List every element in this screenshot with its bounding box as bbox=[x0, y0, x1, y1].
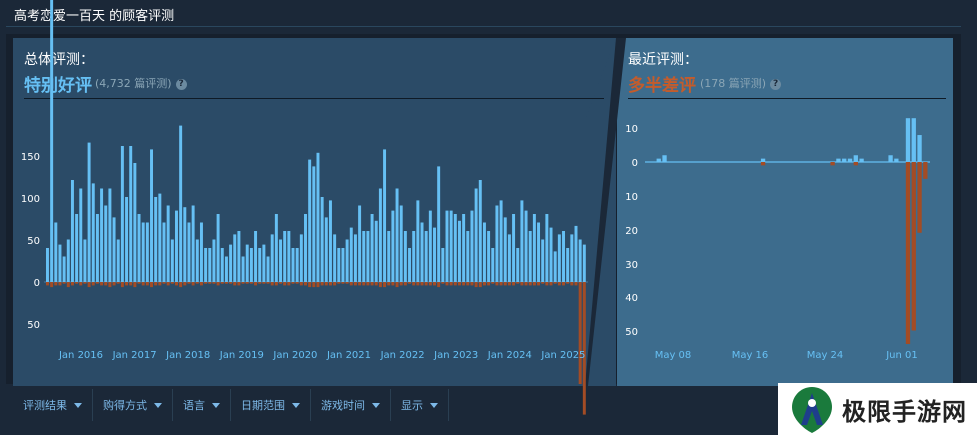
positive-bar bbox=[836, 158, 841, 162]
positive-bar bbox=[917, 135, 922, 162]
positive-bar bbox=[911, 118, 916, 162]
chevron-down-icon bbox=[430, 402, 438, 408]
positive-bar bbox=[859, 158, 864, 162]
y-tick-label: 10 bbox=[625, 124, 638, 135]
y-tick-label: 0 bbox=[632, 158, 638, 169]
x-tick-label: May 16 bbox=[732, 350, 769, 361]
chevron-down-icon bbox=[372, 402, 380, 408]
positive-bar bbox=[847, 158, 853, 162]
filter-language[interactable]: 语言 bbox=[173, 389, 231, 421]
positive-bar bbox=[842, 158, 847, 162]
filter-label: 显示 bbox=[401, 399, 423, 412]
filter-purchase-type[interactable]: 购得方式 bbox=[93, 389, 173, 421]
negative-bar bbox=[853, 162, 858, 166]
chevron-down-icon bbox=[292, 402, 300, 408]
filter-label: 日期范围 bbox=[241, 399, 285, 412]
watermark-logo: 极限手游网 bbox=[778, 383, 977, 435]
filter-label: 评测结果 bbox=[23, 399, 67, 412]
positive-bar bbox=[905, 118, 911, 162]
filter-playtime[interactable]: 游戏时间 bbox=[311, 389, 391, 421]
watermark-text: 极限手游网 bbox=[842, 396, 967, 426]
positive-bar bbox=[656, 158, 661, 162]
negative-bar bbox=[760, 162, 766, 166]
filter-display[interactable]: 显示 bbox=[391, 389, 449, 421]
filter-date-range[interactable]: 日期范围 bbox=[231, 389, 311, 421]
filter-label: 购得方式 bbox=[103, 399, 147, 412]
watermark-emblem-icon bbox=[792, 387, 832, 433]
y-tick-label: 20 bbox=[625, 226, 638, 237]
filter-bar: 评测结果 购得方式 语言 日期范围 游戏时间 显示 bbox=[13, 389, 449, 421]
negative-bar bbox=[905, 162, 911, 344]
recent-histogram: 10 0 10 20 30 40 50 May 08 May 16 May 24 Jun 01 bbox=[625, 118, 930, 361]
y-tick-label: 40 bbox=[625, 293, 638, 304]
x-tick-label: May 08 bbox=[655, 350, 692, 361]
positive-bar bbox=[853, 155, 858, 162]
y-tick-label: 10 bbox=[625, 192, 638, 203]
y-tick-label: 30 bbox=[625, 260, 638, 271]
negative-bar bbox=[830, 162, 835, 166]
filter-review-type[interactable]: 评测结果 bbox=[13, 389, 93, 421]
chevron-down-icon bbox=[74, 402, 82, 408]
negative-bar bbox=[923, 162, 928, 179]
filter-label: 语言 bbox=[183, 399, 205, 412]
filter-label: 游戏时间 bbox=[321, 399, 365, 412]
chevron-down-icon bbox=[154, 402, 162, 408]
positive-bar bbox=[888, 155, 893, 162]
chevron-down-icon bbox=[212, 402, 220, 408]
negative-bar bbox=[917, 162, 922, 233]
negative-bar bbox=[911, 162, 916, 331]
x-tick-label: May 24 bbox=[807, 350, 844, 361]
positive-bar bbox=[894, 158, 899, 162]
positive-bar bbox=[662, 155, 667, 162]
x-tick-label: Jun 01 bbox=[885, 350, 918, 361]
positive-bar bbox=[760, 158, 766, 162]
y-tick-label: 50 bbox=[625, 327, 638, 338]
